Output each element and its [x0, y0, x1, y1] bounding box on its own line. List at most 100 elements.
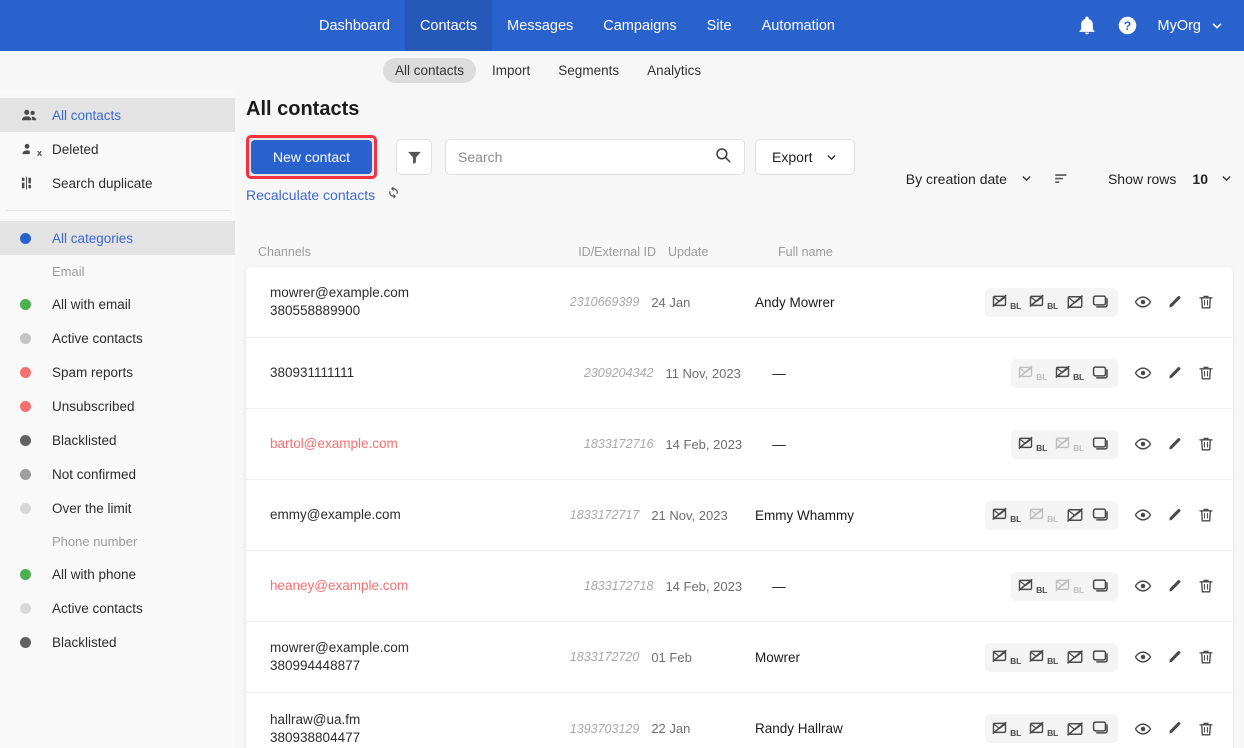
- pencil-icon[interactable]: [1166, 507, 1183, 524]
- org-switcher[interactable]: MyOrg: [1158, 18, 1225, 34]
- pencil-icon[interactable]: [1166, 436, 1183, 453]
- eye-icon[interactable]: [1134, 364, 1152, 382]
- sms-blacklist-icon[interactable]: BL: [1029, 720, 1058, 738]
- sidebar-item-all-with-email[interactable]: All with email: [0, 287, 235, 321]
- search-icon[interactable]: [714, 146, 732, 169]
- channel-value: 380994448877: [270, 658, 361, 673]
- table-row[interactable]: heaney@example.com 1833172718 14 Feb, 2023…: [246, 551, 1233, 622]
- sidebar-item-blacklisted[interactable]: Blacklisted: [0, 625, 235, 659]
- topnav-item-dashboard[interactable]: Dashboard: [304, 0, 405, 51]
- sidebar-item-label: All contacts: [52, 107, 122, 123]
- eye-icon[interactable]: [1134, 577, 1152, 595]
- subnav-item-analytics[interactable]: Analytics: [635, 58, 713, 83]
- unsubscribe-icon[interactable]: [1066, 293, 1084, 311]
- email-blacklist-icon[interactable]: BL: [992, 720, 1021, 738]
- chat-icon[interactable]: [1092, 719, 1111, 738]
- subnav-item-segments[interactable]: Segments: [546, 58, 631, 83]
- chat-icon[interactable]: [1092, 364, 1111, 383]
- export-button[interactable]: Export: [755, 139, 855, 175]
- trash-icon[interactable]: [1197, 435, 1215, 453]
- sidebar-item-spam-reports[interactable]: Spam reports: [0, 355, 235, 389]
- eye-icon[interactable]: [1134, 506, 1152, 524]
- unsubscribe-icon[interactable]: [1066, 506, 1084, 524]
- trash-icon[interactable]: [1197, 506, 1215, 524]
- search-box[interactable]: [445, 139, 746, 175]
- trash-icon[interactable]: [1197, 648, 1215, 666]
- sidebar-item-label: Active contacts: [52, 600, 143, 616]
- sidebar-item-search-duplicate[interactable]: Search duplicate: [0, 166, 235, 200]
- sidebar-item-all-contacts[interactable]: All contacts: [0, 98, 235, 132]
- table-row[interactable]: mowrer@example.com 380558889900 2310669399…: [246, 267, 1233, 338]
- topnav-item-site[interactable]: Site: [692, 0, 747, 51]
- sms-blacklist-icon[interactable]: BL: [1029, 293, 1058, 311]
- chat-icon[interactable]: [1092, 435, 1111, 454]
- show-rows-select[interactable]: 10: [1192, 171, 1233, 187]
- sidebar-item-active-contacts[interactable]: Active contacts: [0, 591, 235, 625]
- cell-channels: heaney@example.com: [258, 577, 557, 595]
- sms-blacklist-icon[interactable]: BL: [1055, 364, 1084, 382]
- pencil-icon[interactable]: [1166, 578, 1183, 595]
- eye-icon[interactable]: [1134, 293, 1152, 311]
- sms-blacklist-icon[interactable]: BL: [1029, 648, 1058, 666]
- sidebar-item-over-the-limit[interactable]: Over the limit: [0, 491, 235, 525]
- bell-icon[interactable]: [1077, 16, 1097, 36]
- recalculate-contacts-link[interactable]: Recalculate contacts: [246, 187, 375, 203]
- table-row[interactable]: 380931111111 2309204342 11 Nov, 2023 — BL BL: [246, 338, 1233, 409]
- sort-descending-icon[interactable]: [1053, 170, 1070, 187]
- search-input[interactable]: [458, 149, 715, 165]
- channel-action-chip: BL BL: [985, 642, 1118, 672]
- eye-icon[interactable]: [1134, 435, 1152, 453]
- sort-select[interactable]: By creation date: [906, 171, 1033, 187]
- eye-icon[interactable]: [1134, 648, 1152, 666]
- pencil-icon[interactable]: [1166, 720, 1183, 737]
- unsubscribe-icon[interactable]: [1066, 720, 1084, 738]
- new-contact-button[interactable]: New contact: [251, 140, 373, 174]
- pencil-icon[interactable]: [1166, 365, 1183, 382]
- table-row[interactable]: hallraw@ua.fm 380938804477 1393703129 22 Ja…: [246, 693, 1233, 748]
- trash-icon[interactable]: [1197, 364, 1215, 382]
- sidebar-item-not-confirmed[interactable]: Not confirmed: [0, 457, 235, 491]
- chat-icon[interactable]: [1092, 648, 1111, 667]
- cell-actions: BL BL: [985, 500, 1233, 530]
- topnav-item-campaigns[interactable]: Campaigns: [588, 0, 691, 51]
- topnav-item-contacts[interactable]: Contacts: [404, 0, 493, 51]
- email-blacklist-icon[interactable]: BL: [1018, 364, 1047, 382]
- pencil-icon[interactable]: [1166, 294, 1183, 311]
- table-row[interactable]: mowrer@example.com 380994448877 1833172720…: [246, 622, 1233, 693]
- sidebar-item-all-categories[interactable]: All categories: [0, 221, 235, 255]
- trash-icon[interactable]: [1197, 293, 1215, 311]
- sms-blacklist-icon[interactable]: BL: [1055, 435, 1084, 453]
- email-blacklist-icon[interactable]: BL: [992, 506, 1021, 524]
- email-blacklist-icon[interactable]: BL: [1018, 577, 1047, 595]
- email-blacklist-icon[interactable]: BL: [1018, 435, 1047, 453]
- chat-icon[interactable]: [1092, 506, 1111, 525]
- chat-icon[interactable]: [1092, 293, 1111, 312]
- eye-icon[interactable]: [1134, 720, 1152, 738]
- trash-icon[interactable]: [1197, 720, 1215, 738]
- category-dot-icon: [20, 400, 52, 412]
- trash-icon[interactable]: [1197, 577, 1215, 595]
- table-row[interactable]: emmy@example.com 1833172717 21 Nov, 2023 Em…: [246, 480, 1233, 551]
- sidebar-item-all-with-phone[interactable]: All with phone: [0, 557, 235, 591]
- table-row[interactable]: bartol@example.com 1833172716 14 Feb, 2023…: [246, 409, 1233, 480]
- subnav-item-all-contacts[interactable]: All contacts: [383, 58, 477, 83]
- pencil-icon[interactable]: [1166, 649, 1183, 666]
- help-circle-icon[interactable]: ?: [1117, 15, 1138, 36]
- sms-blacklist-icon[interactable]: BL: [1029, 506, 1058, 524]
- subnav-item-import[interactable]: Import: [480, 58, 542, 83]
- topnav-item-automation[interactable]: Automation: [747, 0, 850, 51]
- chat-icon[interactable]: [1092, 577, 1111, 596]
- topnav-item-messages[interactable]: Messages: [492, 0, 588, 51]
- unsubscribe-icon[interactable]: [1066, 648, 1084, 666]
- sidebar-item-active-contacts[interactable]: Active contacts: [0, 321, 235, 355]
- sidebar-item-label: Spam reports: [52, 364, 134, 380]
- email-blacklist-icon[interactable]: BL: [992, 293, 1021, 311]
- filter-funnel-icon[interactable]: [396, 139, 433, 175]
- sidebar-item-blacklisted[interactable]: Blacklisted: [0, 423, 235, 457]
- sidebar-item-deleted[interactable]: x Deleted: [0, 132, 235, 166]
- sidebar-item-label: All with phone: [52, 566, 137, 582]
- email-blacklist-icon[interactable]: BL: [992, 648, 1021, 666]
- refresh-icon[interactable]: [386, 185, 401, 205]
- sms-blacklist-icon[interactable]: BL: [1055, 577, 1084, 595]
- sidebar-item-unsubscribed[interactable]: Unsubscribed: [0, 389, 235, 423]
